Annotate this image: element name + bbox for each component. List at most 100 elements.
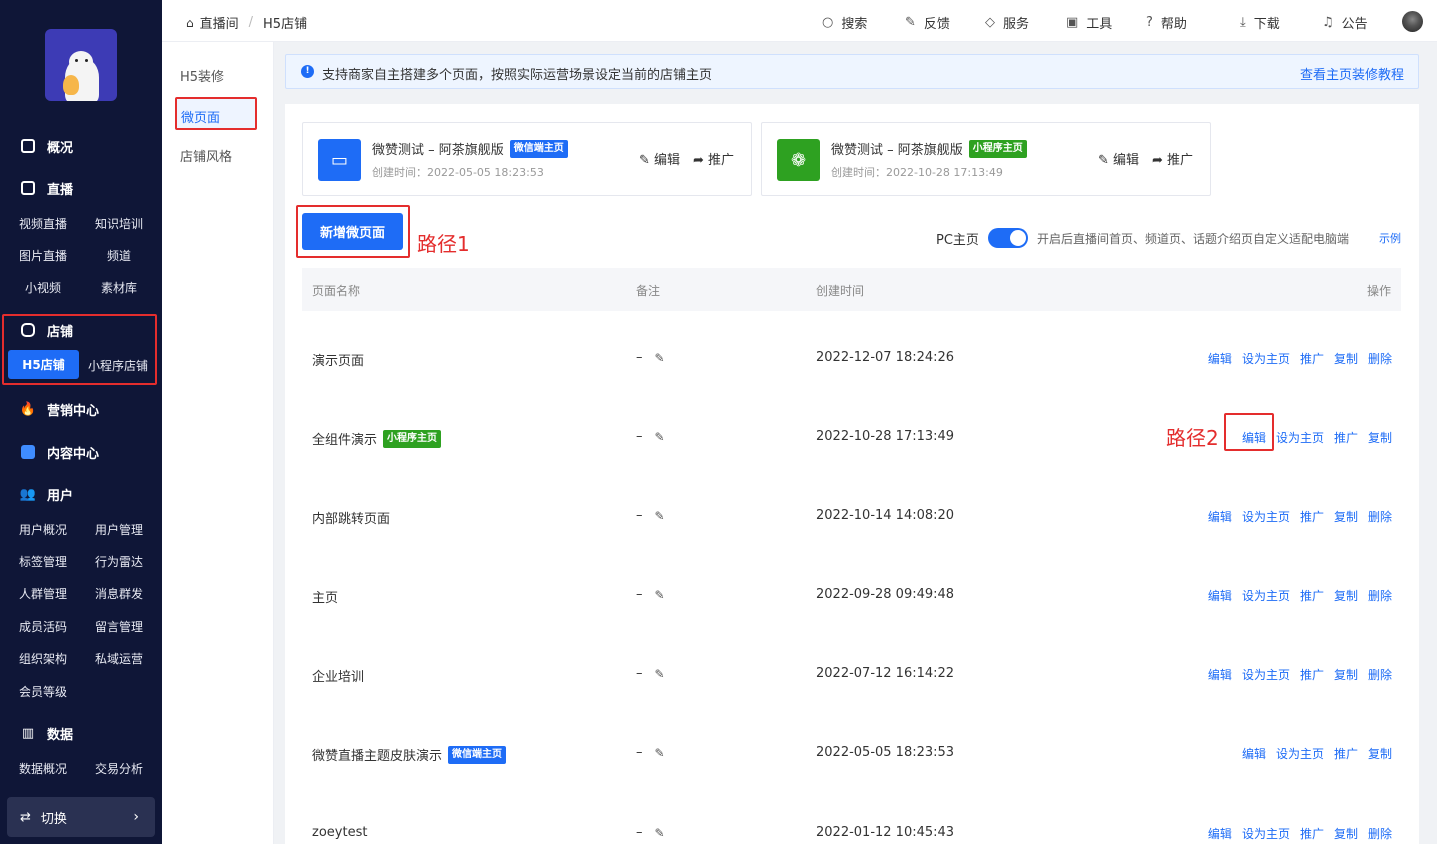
pc-home-toggle[interactable]	[988, 228, 1028, 248]
search-icon: ○	[822, 15, 834, 30]
feedback-button[interactable]: ✎ 反馈	[905, 13, 950, 32]
copy-link[interactable]: 复制	[1334, 350, 1358, 367]
copy-link[interactable]: 复制	[1334, 508, 1358, 525]
edit-remark-icon[interactable]: ✎	[655, 667, 665, 681]
home-card-edit[interactable]: ✎ 编辑	[1098, 149, 1139, 168]
delete-link[interactable]: 删除	[1368, 825, 1392, 842]
home-card-title: 微赞测试 – 阿茶旗舰版 微信端主页	[372, 139, 568, 158]
delete-link[interactable]: 删除	[1368, 508, 1392, 525]
set-home-link[interactable]: 设为主页	[1242, 587, 1290, 604]
set-home-link[interactable]: 设为主页	[1242, 350, 1290, 367]
edit-remark-icon[interactable]: ✎	[655, 826, 665, 840]
created-time: 2022-12-07 18:24:26	[816, 350, 955, 365]
created-time: 2022-05-05 18:23:53	[816, 745, 955, 760]
edit-link[interactable]: 编辑	[1208, 666, 1232, 683]
nav-user[interactable]: 👥 用户	[0, 482, 162, 506]
nav-tag-management[interactable]: 标签管理	[5, 553, 81, 570]
nav-data[interactable]: ▥ 数据	[0, 721, 162, 745]
nav-user-overview[interactable]: 用户概况	[5, 521, 81, 538]
edit-link[interactable]: 编辑	[1208, 587, 1232, 604]
nav-member-qrcode[interactable]: 成员活码	[5, 618, 81, 635]
nav-comment-management[interactable]: 留言管理	[81, 618, 157, 635]
set-home-link[interactable]: 设为主页	[1276, 429, 1324, 446]
created-time: 2022-07-12 16:14:22	[816, 666, 955, 681]
edit-remark-icon[interactable]: ✎	[655, 509, 665, 523]
subnav-micro-page[interactable]: 微页面	[175, 97, 257, 130]
nav-org-structure[interactable]: 组织架构	[5, 650, 81, 667]
copy-link[interactable]: 复制	[1334, 587, 1358, 604]
edit-remark-icon[interactable]: ✎	[655, 351, 665, 365]
nav-live[interactable]: 直播	[0, 176, 162, 200]
nav-video-live[interactable]: 视频直播	[5, 215, 81, 232]
nav-content[interactable]: 内容中心	[0, 440, 162, 464]
nav-overview[interactable]: 概况	[0, 134, 162, 158]
edit-remark-icon[interactable]: ✎	[655, 746, 665, 760]
nav-crowd-management[interactable]: 人群管理	[5, 585, 81, 602]
nav-user-management[interactable]: 用户管理	[81, 521, 157, 538]
new-micro-page-button[interactable]: 新增微页面	[302, 213, 403, 250]
promote-link[interactable]: 推广	[1300, 508, 1324, 525]
set-home-link[interactable]: 设为主页	[1276, 745, 1324, 762]
nav-trade-analysis[interactable]: 交易分析	[81, 760, 157, 777]
edit-link[interactable]: 编辑	[1242, 745, 1266, 762]
avatar[interactable]	[1402, 11, 1423, 32]
nav-knowledge-training[interactable]: 知识培训	[81, 215, 157, 232]
home-card-promote[interactable]: ➦ 推广	[1152, 149, 1193, 168]
promote-link[interactable]: 推广	[1300, 666, 1324, 683]
home-card-time: 创建时间：2022-10-28 17:13:49	[831, 166, 1003, 179]
nav-private-operation[interactable]: 私域运营	[81, 650, 157, 667]
delete-link[interactable]: 删除	[1368, 587, 1392, 604]
nav-miniprogram-store[interactable]: 小程序店铺	[83, 357, 153, 374]
nav-channel[interactable]: 频道	[81, 247, 157, 264]
edit-link[interactable]: 编辑	[1208, 350, 1232, 367]
tools-button[interactable]: ▣ 工具	[1066, 13, 1112, 32]
promote-link[interactable]: 推广	[1334, 745, 1358, 762]
nav-image-live[interactable]: 图片直播	[5, 247, 81, 264]
edit-remark-icon[interactable]: ✎	[655, 430, 665, 444]
nav-short-video[interactable]: 小视频	[5, 279, 81, 296]
announcement-button[interactable]: ♫ 公告	[1322, 13, 1368, 32]
service-button[interactable]: ◇ 服务	[985, 13, 1029, 32]
pc-home-description: 开启后直播间首页、频道页、话题介绍页自定义适配电脑端	[1037, 232, 1350, 246]
home-card-promote-label: 推广	[708, 153, 735, 168]
home-card-edit[interactable]: ✎ 编辑	[639, 149, 680, 168]
breadcrumb-live[interactable]: 直播间	[200, 13, 239, 32]
edit-link[interactable]: 编辑	[1208, 825, 1232, 842]
copy-link[interactable]: 复制	[1368, 429, 1392, 446]
promote-link[interactable]: 推广	[1300, 350, 1324, 367]
subnav-h5-decoration[interactable]: H5装修	[180, 66, 224, 85]
home-card-promote[interactable]: ➦ 推广	[693, 149, 734, 168]
search-button[interactable]: ○ 搜索	[822, 13, 867, 32]
set-home-link[interactable]: 设为主页	[1242, 508, 1290, 525]
fire-icon: 🔥	[19, 401, 37, 417]
tutorial-link[interactable]: 查看主页装修教程	[1300, 64, 1404, 83]
nav-behavior-radar[interactable]: 行为雷达	[81, 553, 157, 570]
nav-mass-message[interactable]: 消息群发	[81, 585, 157, 602]
nav-data-overview[interactable]: 数据概况	[5, 760, 81, 777]
pc-example-link[interactable]: 示例	[1379, 230, 1401, 246]
subnav-store-style[interactable]: 店铺风格	[180, 146, 232, 165]
help-button[interactable]: ? 帮助	[1146, 13, 1187, 32]
edit-link[interactable]: 编辑	[1208, 508, 1232, 525]
nav-marketing[interactable]: 🔥 营销中心	[0, 397, 162, 421]
nav-member-level[interactable]: 会员等级	[5, 683, 81, 700]
edit-icon: ✎	[639, 153, 655, 168]
nav-h5-store[interactable]: H5店铺	[8, 350, 79, 379]
switch-button[interactable]: ⇄ 切换 ›	[7, 797, 155, 837]
promote-link[interactable]: 推广	[1300, 825, 1324, 842]
set-home-link[interactable]: 设为主页	[1242, 825, 1290, 842]
copy-link[interactable]: 复制	[1334, 666, 1358, 683]
nav-store[interactable]: 店铺	[0, 318, 162, 342]
service-label: 服务	[1003, 17, 1030, 32]
delete-link[interactable]: 删除	[1368, 350, 1392, 367]
switch-icon: ⇄	[20, 809, 31, 825]
copy-link[interactable]: 复制	[1334, 825, 1358, 842]
set-home-link[interactable]: 设为主页	[1242, 666, 1290, 683]
nav-material-library[interactable]: 素材库	[81, 279, 157, 296]
edit-remark-icon[interactable]: ✎	[655, 588, 665, 602]
download-button[interactable]: ⤓ 下载	[1240, 13, 1280, 32]
promote-link[interactable]: 推广	[1300, 587, 1324, 604]
promote-link[interactable]: 推广	[1334, 429, 1358, 446]
copy-link[interactable]: 复制	[1368, 745, 1392, 762]
delete-link[interactable]: 删除	[1368, 666, 1392, 683]
